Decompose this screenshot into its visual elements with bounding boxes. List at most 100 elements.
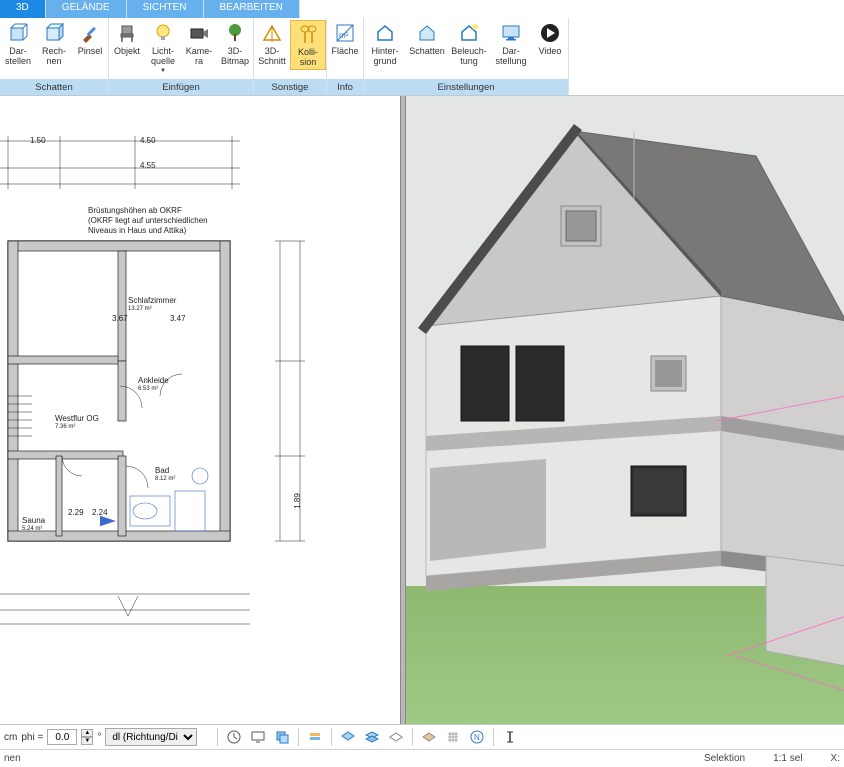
flaeche-button[interactable]: m² Fläche xyxy=(327,20,363,58)
layer4-icon[interactable] xyxy=(419,727,439,747)
darstellen-button[interactable]: Dar- stellen xyxy=(0,20,36,68)
room-westflur-area: 7.36 m² xyxy=(55,422,75,432)
dropdown-arrow-icon: ▼ xyxy=(160,66,166,76)
schnitt3d-label: 3D- Schnitt xyxy=(258,46,286,66)
workspace: 1.50 4.50 4.55 3.67 3.47 2.29 2.24 1.89 … xyxy=(0,96,844,724)
objekt-button[interactable]: Objekt xyxy=(109,20,145,58)
ribbon-group-info: m² Fläche Info xyxy=(327,18,364,95)
unit-cm-label: cm xyxy=(4,732,17,743)
flaeche-label: Fläche xyxy=(331,46,358,56)
bitmap3d-button[interactable]: 3D- Bitmap xyxy=(217,20,253,68)
tab-3d[interactable]: 3D xyxy=(0,0,46,18)
tab-gelaende[interactable]: GELÄNDE xyxy=(46,0,127,18)
brush-icon xyxy=(79,22,101,44)
plan-note-line2: Niveaus in Haus und Attika) xyxy=(88,226,186,236)
room-schlafzimmer-area: 13.27 m² xyxy=(128,304,152,314)
pinsel-button[interactable]: Pinsel xyxy=(72,20,108,58)
layer2-icon[interactable] xyxy=(362,727,382,747)
dim-text: 1.89 xyxy=(293,493,303,509)
ribbon-group-einfuegen: Objekt Licht- quelle ▼ Kame- ra 3D- Bit xyxy=(109,18,254,95)
dl-richtung-select[interactable]: dl (Richtung/Di xyxy=(105,728,197,746)
dim-text: 3.47 xyxy=(170,314,186,324)
svg-text:m²: m² xyxy=(339,31,349,40)
tab-sichten[interactable]: SICHTEN xyxy=(127,0,204,18)
video-button[interactable]: Video xyxy=(532,20,568,58)
plan-note-title: Brüstungshöhen ab OKRF xyxy=(88,206,182,216)
area-icon: m² xyxy=(334,22,356,44)
status-ratio: 1:1 sel xyxy=(773,753,802,764)
collision-icon xyxy=(297,23,319,45)
camera-icon xyxy=(188,22,210,44)
group-label-sonstige: Sonstige xyxy=(254,79,326,95)
dim-text: 2.29 xyxy=(68,508,84,518)
hintergrund-button[interactable]: Hinter- grund xyxy=(364,20,406,68)
floorplan-drawing xyxy=(0,96,400,724)
svg-text:N: N xyxy=(474,733,480,742)
schatten2-label: Schatten xyxy=(409,46,445,56)
pinsel-label: Pinsel xyxy=(78,46,103,56)
dim-text: 4.50 xyxy=(140,136,156,146)
video-label: Video xyxy=(539,46,562,56)
darstellung-label: Dar- stellung xyxy=(495,46,526,66)
status-left-text: nen xyxy=(4,753,21,764)
dim-text: 4.55 xyxy=(140,161,156,171)
stack-icon[interactable] xyxy=(305,727,325,747)
play-icon xyxy=(539,22,561,44)
section-icon xyxy=(261,22,283,44)
lichtquelle-button[interactable]: Licht- quelle ▼ xyxy=(145,20,181,78)
group-label-info: Info xyxy=(327,79,363,95)
beleuchtung-label: Beleuch- tung xyxy=(451,46,487,66)
cube-box-icon xyxy=(7,22,29,44)
house-shadow-icon xyxy=(416,22,438,44)
view-3d-pane[interactable] xyxy=(406,96,844,724)
rechnen-button[interactable]: Rech- nen xyxy=(36,20,72,68)
room-bad-area: 8.12 m² xyxy=(155,474,175,484)
schnitt3d-button[interactable]: 3D- Schnitt xyxy=(254,20,290,68)
ribbon-toolbar: Dar- stellen Rech- nen Pinsel Schatten xyxy=(0,18,844,96)
group-label-einfuegen: Einfügen xyxy=(109,79,253,95)
group-label-einstellungen: Einstellungen xyxy=(364,79,568,95)
phi-input[interactable] xyxy=(47,729,77,745)
degree-label: ° xyxy=(97,732,101,743)
cube-calc-icon xyxy=(43,22,65,44)
kollision-label: Kolli- sion xyxy=(298,47,318,67)
main-tab-bar: 3D GELÄNDE SICHTEN BEARBEITEN xyxy=(0,0,844,18)
north-icon[interactable]: N xyxy=(467,727,487,747)
house-3d-render xyxy=(406,96,844,724)
dim-text: 2.24 xyxy=(92,508,108,518)
dim-text: 3.67 xyxy=(112,314,128,324)
ribbon-group-sonstige: 3D- Schnitt Kolli- sion Sonstige xyxy=(254,18,327,95)
grid-icon[interactable] xyxy=(443,727,463,747)
status-selektion: Selektion xyxy=(704,753,745,764)
status-bar: nen Selektion 1:1 sel X: xyxy=(0,749,844,767)
house-bg-icon xyxy=(374,22,396,44)
ribbon-group-einstellungen: Hinter- grund Schatten Beleuch- tung Dar… xyxy=(364,18,569,95)
schatten2-button[interactable]: Schatten xyxy=(406,20,448,58)
layers-icon[interactable] xyxy=(272,727,292,747)
house-light-icon xyxy=(458,22,480,44)
kamera-label: Kame- ra xyxy=(186,46,213,66)
hintergrund-label: Hinter- grund xyxy=(371,46,398,66)
phi-label: phi = xyxy=(21,732,43,743)
rechnen-label: Rech- nen xyxy=(42,46,66,66)
tab-bearbeiten[interactable]: BEARBEITEN xyxy=(204,0,300,18)
darstellen-label: Dar- stellen xyxy=(5,46,31,66)
text-cursor-icon[interactable] xyxy=(500,727,520,747)
screen-icon[interactable] xyxy=(248,727,268,747)
phi-spinner[interactable]: ▲▼ xyxy=(81,729,93,745)
beleuchtung-button[interactable]: Beleuch- tung xyxy=(448,20,490,68)
plan-note-line1: (OKRF liegt auf unterschiedlichen xyxy=(88,216,208,226)
group-label-schatten: Schatten xyxy=(0,79,108,95)
darstellung-button[interactable]: Dar- stellung xyxy=(490,20,532,68)
layer3-icon[interactable] xyxy=(386,727,406,747)
kollision-button[interactable]: Kolli- sion xyxy=(290,20,326,70)
dim-text: 1.50 xyxy=(30,136,46,146)
clock-icon[interactable] xyxy=(224,727,244,747)
bottom-toolbar: cm phi = ▲▼ ° dl (Richtung/Di N xyxy=(0,724,844,749)
room-ankleide-area: 6.53 m² xyxy=(138,384,158,394)
kamera-button[interactable]: Kame- ra xyxy=(181,20,217,68)
chair-icon xyxy=(116,22,138,44)
layer1-icon[interactable] xyxy=(338,727,358,747)
floorplan-2d-pane[interactable]: 1.50 4.50 4.55 3.67 3.47 2.29 2.24 1.89 … xyxy=(0,96,400,724)
lightbulb-icon xyxy=(152,22,174,44)
